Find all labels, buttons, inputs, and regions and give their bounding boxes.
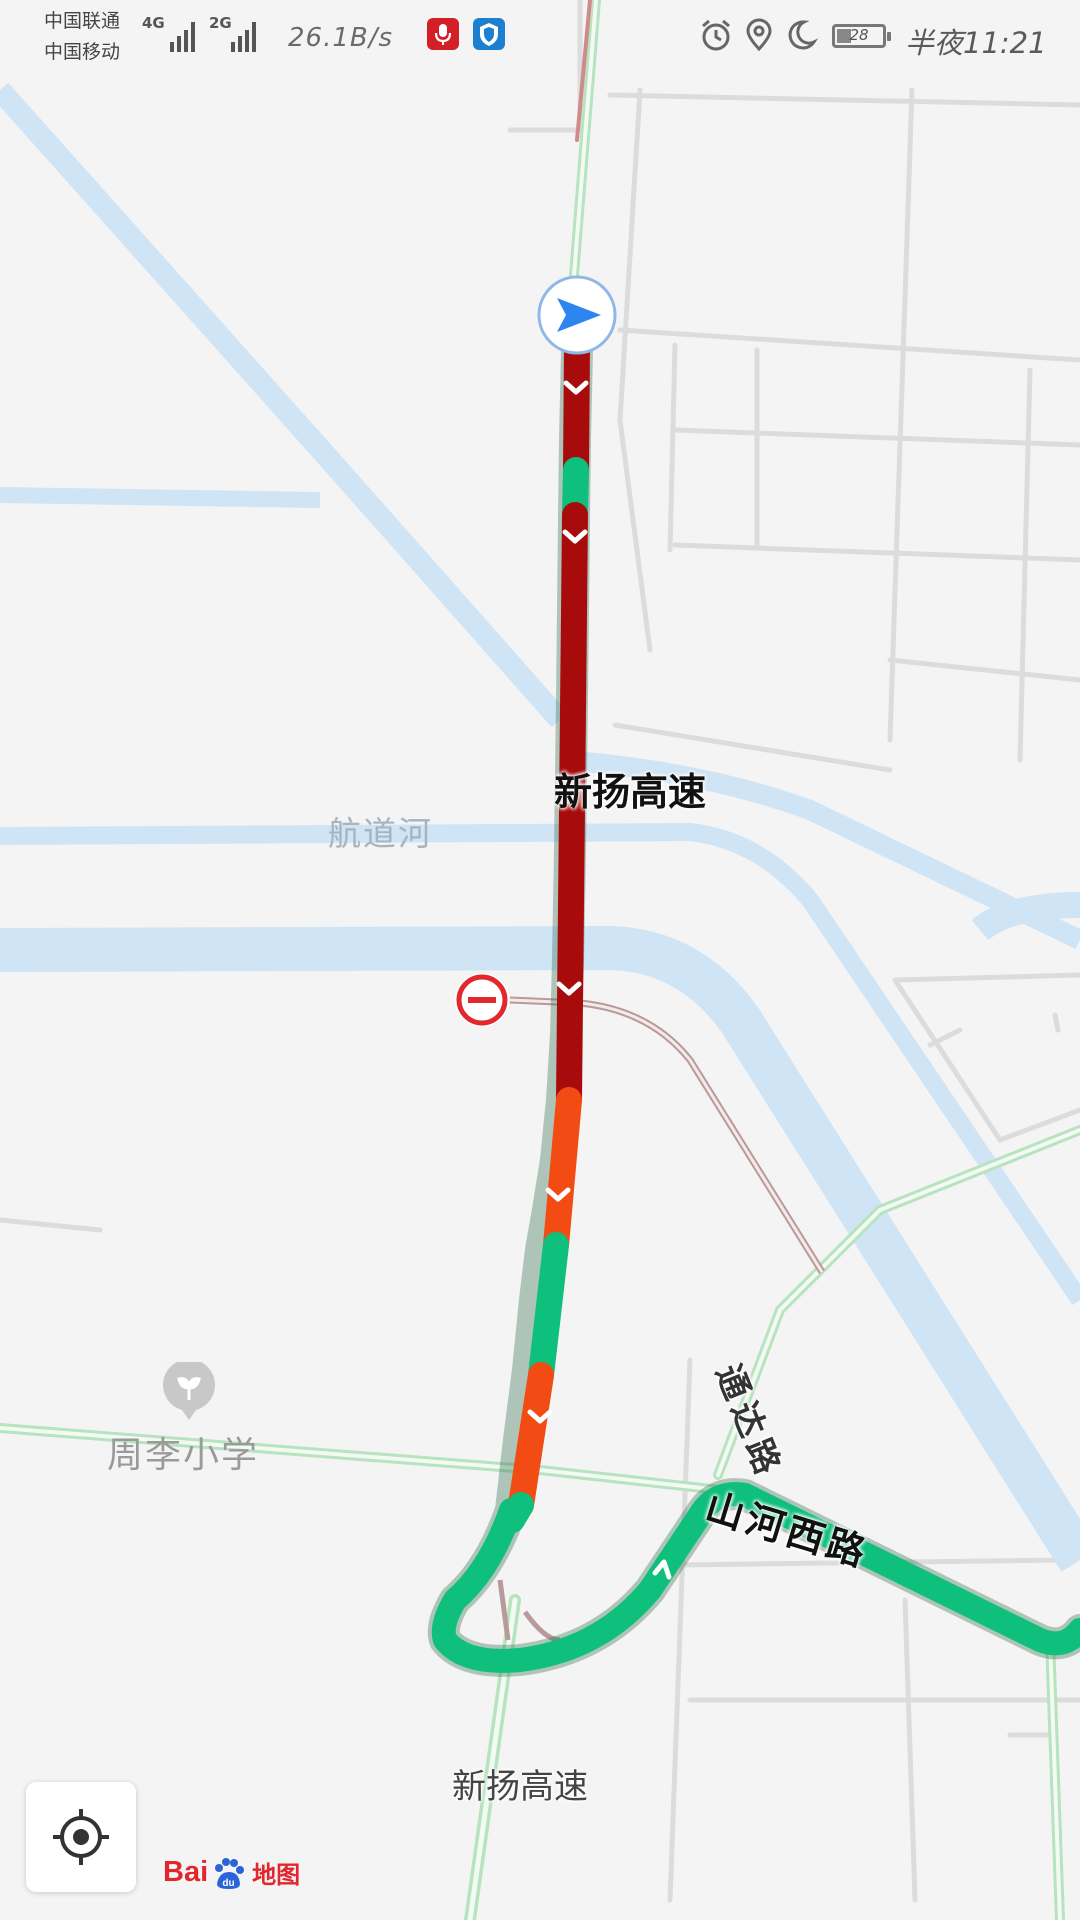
paw-icon: du	[215, 1858, 245, 1889]
alarm-icon	[699, 18, 733, 52]
mic-app-icon	[427, 18, 459, 50]
river-label: 航道河	[328, 814, 433, 853]
locate-button[interactable]	[26, 1782, 136, 1892]
route-chevrons	[527, 380, 672, 1580]
moon-icon	[784, 18, 819, 52]
shield-app-icon	[473, 18, 505, 50]
map-screen: 中国联通 中国移动 4G 2G 26.1B/s 28 半夜11:21 航道河 新…	[0, 0, 1080, 1920]
road-label-xinyang-highway: 新扬高速	[554, 770, 707, 814]
network-speed: 26.1B/s	[288, 23, 394, 53]
location-icon	[742, 18, 776, 52]
battery-percent: 28	[849, 26, 869, 44]
no-entry-icon[interactable]	[455, 973, 509, 1027]
map-canvas[interactable]	[0, 0, 1080, 1920]
poi-label[interactable]: 周李小学	[107, 1426, 259, 1478]
locate-crosshair-icon	[53, 1809, 109, 1865]
baidu-map-logo: Bai du 地图	[163, 1852, 300, 1892]
school-pin-icon[interactable]	[162, 1358, 216, 1422]
carrier-2-label: 中国移动	[44, 41, 121, 63]
battery-icon: 28	[832, 24, 891, 48]
signal-2-icon	[231, 22, 256, 52]
logo-text-left: Bai	[163, 1855, 209, 1888]
road-label-xinyang-highway-south: 新扬高速	[452, 1767, 588, 1807]
status-time: 半夜11:21	[905, 26, 1047, 60]
logo-text-right: 地图	[252, 1861, 301, 1889]
signal-1-icon	[170, 22, 195, 52]
carrier-1-label: 中国联通	[44, 10, 121, 32]
navigation-arrow-icon	[537, 275, 617, 355]
paw-mark-text: du	[223, 1878, 235, 1889]
status-bar: 中国联通 中国移动 4G 2G 26.1B/s 28 半夜11:21	[0, 0, 1080, 78]
